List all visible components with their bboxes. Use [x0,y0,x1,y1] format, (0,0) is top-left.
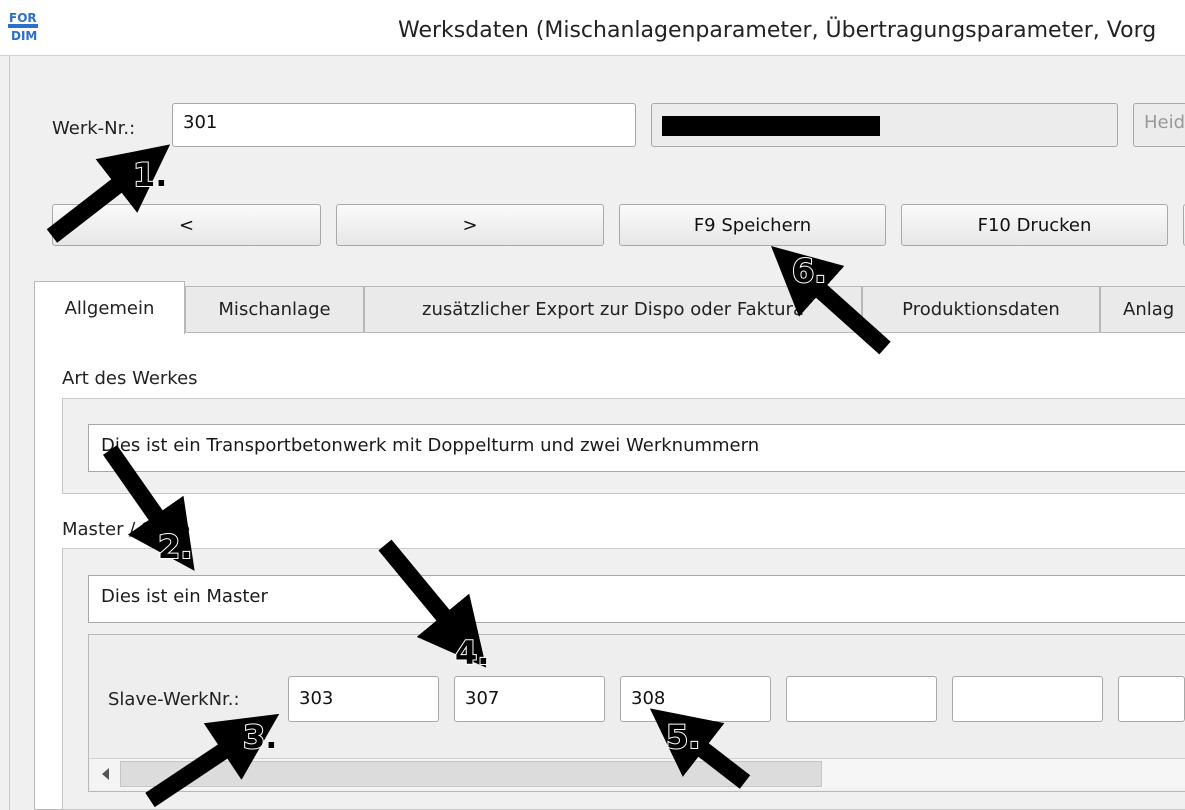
slave-werknr-2[interactable]: 307 [454,676,605,722]
app-logo-icon: FOR DIM [8,10,38,44]
slave-werknr-5[interactable] [952,676,1103,722]
master-slave-label: Master / Slave [62,519,191,540]
slave-werknr-6[interactable] [1118,676,1185,722]
master-slave-select[interactable]: Dies ist ein Master [88,575,1185,623]
slave-werknr-1[interactable]: 303 [288,676,439,722]
tab-anlage[interactable]: Anlag [1100,286,1185,332]
scrollbar-thumb[interactable] [822,761,1185,787]
save-button[interactable]: F9 Speichern [619,204,886,246]
window-title: Werksdaten (Mischanlagenparameter, Übert… [398,18,1157,43]
tab-produktionsdaten[interactable]: Produktionsdaten [862,286,1100,332]
slave-werknr-4[interactable] [786,676,937,722]
svg-text:FOR: FOR [9,11,37,25]
extra-field[interactable]: Heid [1133,103,1185,147]
previous-button[interactable]: < [52,204,321,246]
slave-werknr-label: Slave-WerkNr.: [108,689,240,710]
svg-text:DIM: DIM [11,29,37,43]
werk-nr-label: Werk-Nr.: [52,118,136,139]
werk-nr-input[interactable]: 301 [172,103,636,147]
slave-werknr-3[interactable]: 308 [620,676,771,722]
art-des-werkes-label: Art des Werkes [62,368,198,389]
tab-allgemein[interactable]: Allgemein [34,281,185,334]
window-frame-left [0,56,10,810]
scrollbar-track-area[interactable] [120,761,822,787]
tab-mischanlage[interactable]: Mischanlage [185,286,364,332]
tab-export[interactable]: zusätzlicher Export zur Dispo oder Faktu… [364,286,862,332]
redaction-bar [662,116,880,136]
print-button[interactable]: F10 Drucken [901,204,1168,246]
art-des-werkes-select[interactable]: Dies ist ein Transportbetonwerk mit Dopp… [88,424,1185,472]
next-button[interactable]: > [336,204,604,246]
werk-name-field[interactable] [651,103,1118,147]
scroll-left-icon[interactable] [96,764,116,784]
